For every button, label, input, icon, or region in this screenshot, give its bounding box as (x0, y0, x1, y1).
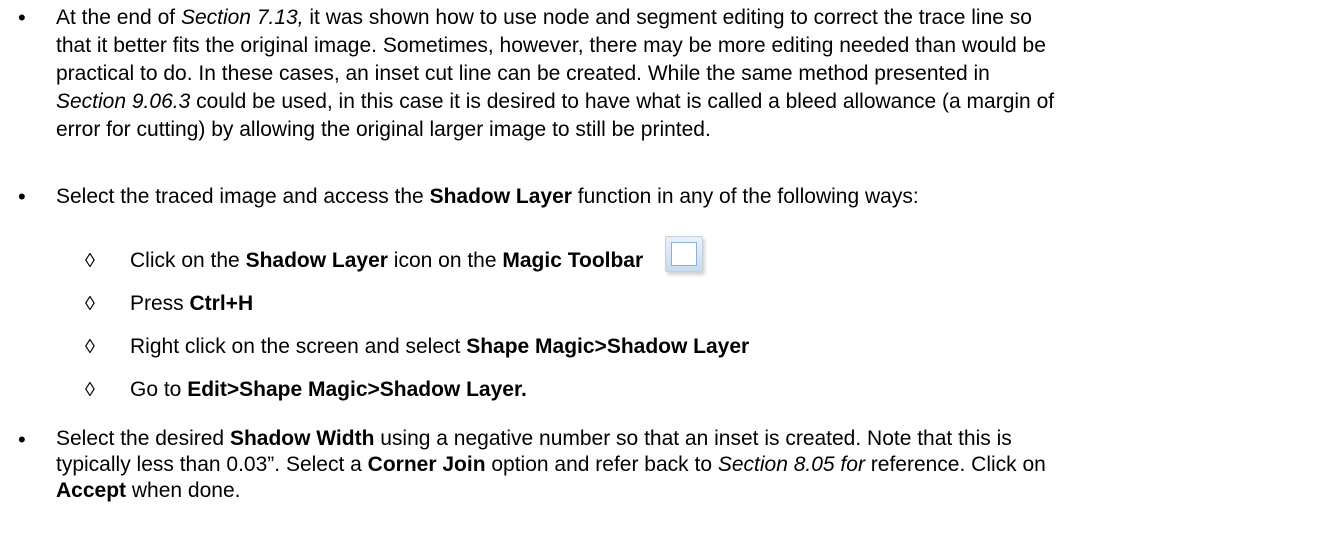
diamond-marker: ◊ (85, 250, 95, 272)
term: Shadow Layer (245, 249, 388, 272)
term: Ctrl+H (189, 292, 254, 315)
bullet-intro-text: At the end of Section 7.13, it was shown… (56, 4, 1306, 144)
term: Shadow Width (229, 427, 375, 450)
text: Right click on the screen and select (130, 335, 467, 358)
text: using a negative number so that an inset… (374, 427, 1012, 450)
sub-item-menu: ◊ Go to Edit>Shape Magic>Shadow Layer. (0, 376, 1338, 406)
text: icon on the (387, 249, 503, 272)
text: that it better fits the original image. … (56, 34, 1046, 57)
text: reference. Click on (864, 453, 1046, 476)
diamond-marker: ◊ (85, 379, 95, 401)
text: Select the desired (56, 427, 230, 450)
text: At the end of (56, 6, 181, 29)
text: Select the traced image and access the (56, 185, 430, 208)
term: Shape Magic>Shadow Layer (466, 335, 750, 358)
term: Accept (56, 479, 127, 502)
bullet-access-text: Select the traced image and access the S… (56, 183, 1306, 211)
sub-item-text: Right click on the screen and select Sha… (130, 333, 749, 361)
text: Click on the (130, 249, 246, 272)
text: typically less than 0.03”. Select a (56, 453, 368, 476)
term: Magic Toolbar (502, 249, 644, 272)
sub-item-shortcut: ◊ Press Ctrl+H (0, 290, 1338, 320)
text: practical to do. In these cases, an inse… (56, 62, 990, 85)
diamond-marker: ◊ (85, 336, 95, 358)
text: when done. (126, 479, 241, 502)
shadow-layer-icon (665, 236, 704, 273)
section-ref: Section 8.05 for (717, 453, 865, 476)
section-ref: Section 7.13, (180, 6, 304, 29)
text: Go to (130, 378, 188, 401)
sub-item-text: Go to Edit>Shape Magic>Shadow Layer. (130, 376, 527, 404)
text: it was shown how to use node and segment… (303, 6, 1032, 29)
text: could be used, in this case it is desire… (190, 90, 1055, 113)
diamond-marker: ◊ (85, 293, 95, 315)
bullet-marker: • (18, 5, 26, 30)
document-page: • At the end of Section 7.13, it was sho… (0, 0, 1338, 542)
text: option and refer back to (485, 453, 718, 476)
section-ref: Section 9.06.3 (56, 90, 191, 113)
term: Corner Join (367, 453, 486, 476)
sub-item-toolbar: ◊ Click on the Shadow Layer icon on the … (0, 236, 1338, 277)
bullet-marker: • (18, 184, 26, 209)
bullet-shadow-width-text: Select the desired Shadow Width using a … (56, 426, 1306, 504)
sub-item-right-click: ◊ Right click on the screen and select S… (0, 333, 1338, 363)
term: Edit>Shape Magic>Shadow Layer. (187, 378, 527, 401)
term: Shadow Layer (429, 185, 572, 208)
bullet-marker: • (18, 427, 26, 452)
sub-item-text: Click on the Shadow Layer icon on the Ma… (130, 236, 704, 275)
text: error for cutting) by allowing the origi… (56, 118, 711, 141)
text: function in any of the following ways: (571, 185, 919, 208)
text: Press (130, 292, 190, 315)
sub-item-text: Press Ctrl+H (130, 290, 253, 318)
